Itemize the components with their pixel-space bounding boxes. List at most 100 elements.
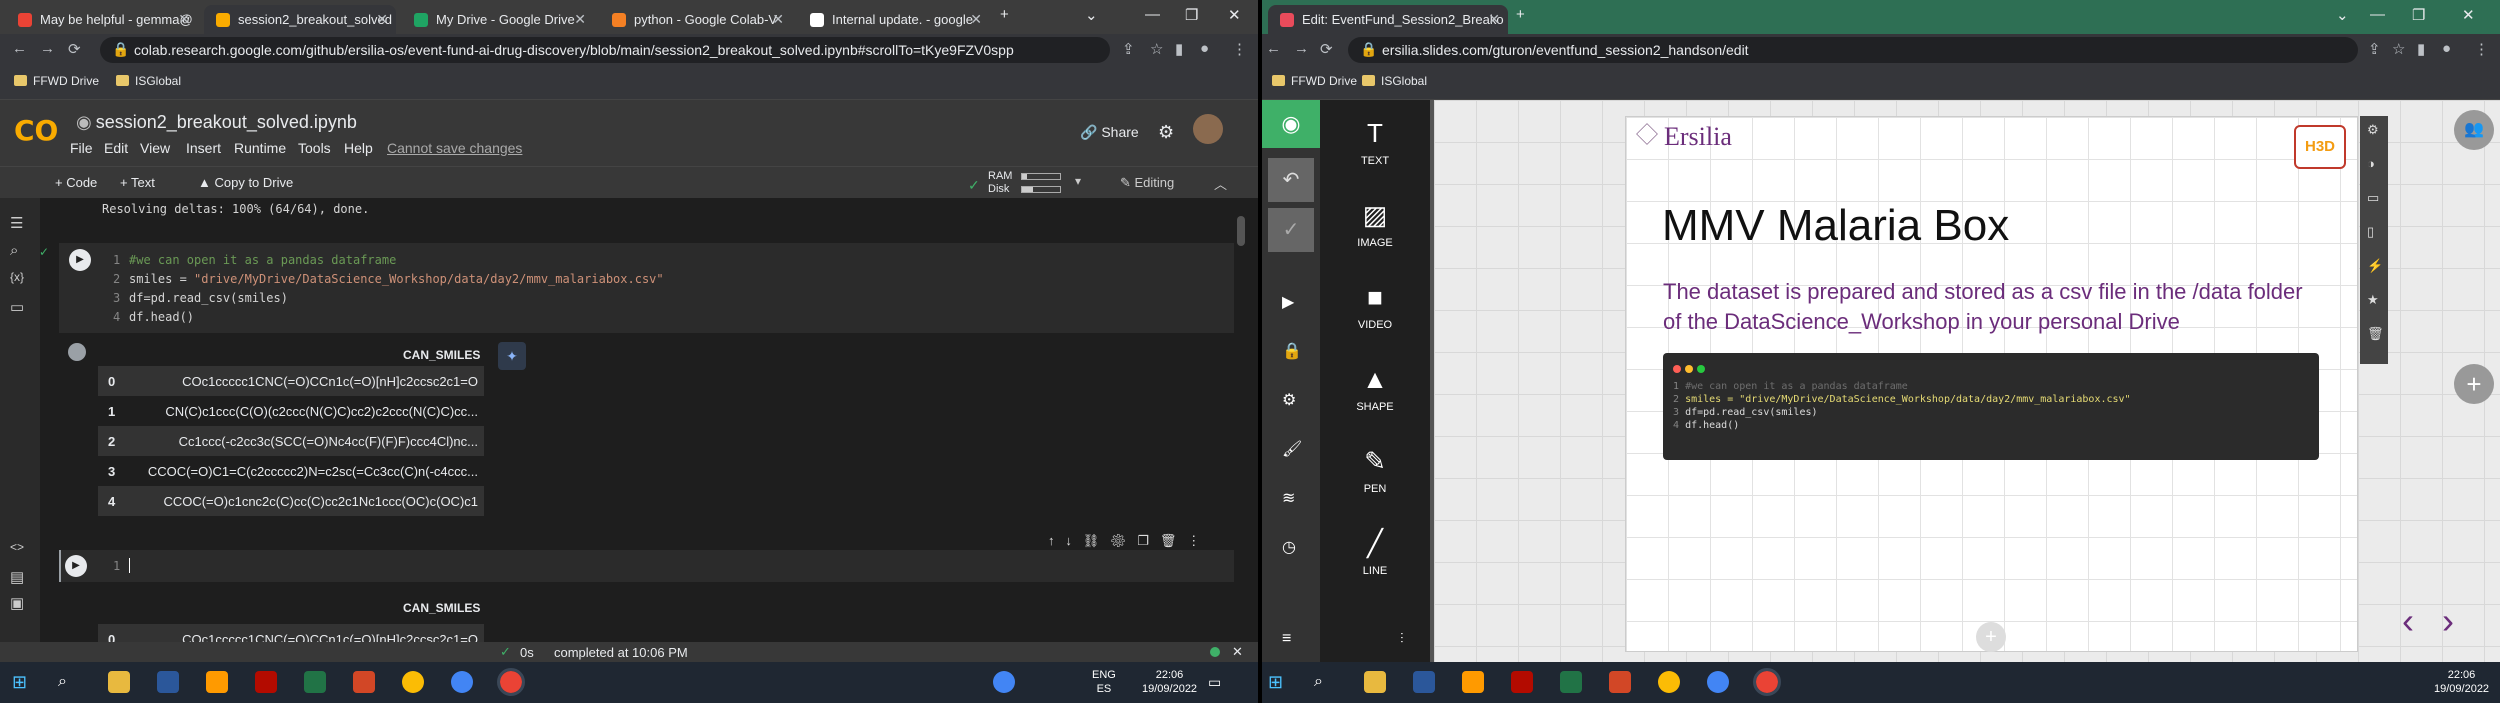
- cell-more-icon[interactable]: ⋮: [1187, 533, 1200, 548]
- excel-icon[interactable]: [1560, 671, 1582, 693]
- bookmark-star-icon[interactable]: ☆: [2392, 40, 2405, 58]
- block-settings-icon[interactable]: ⚙: [2367, 122, 2379, 138]
- kebab-menu-icon[interactable]: ⋮: [1232, 40, 1247, 58]
- notebook-title[interactable]: ◉ session2_breakout_solved.ipynb: [76, 112, 357, 133]
- run-cell-button[interactable]: ▶: [65, 555, 87, 577]
- language-indicator[interactable]: ENG ES: [1092, 668, 1116, 696]
- bookmark-ffwd-drive[interactable]: FFWD Drive: [14, 74, 99, 88]
- menu-file[interactable]: File: [70, 140, 93, 156]
- block-book-icon[interactable]: ▯: [2367, 224, 2374, 240]
- tab-1[interactable]: session2_breakout_solved ✕: [204, 5, 396, 34]
- variables-icon[interactable]: {x}: [10, 270, 24, 284]
- cell-settings-icon[interactable]: ⚙: [1110, 533, 1127, 548]
- chrome-icon[interactable]: [402, 671, 424, 693]
- slide-title[interactable]: MMV Malaria Box: [1662, 201, 2009, 251]
- code-snippets-icon[interactable]: <>: [10, 540, 24, 554]
- present-play-icon[interactable]: ▶: [1282, 292, 1294, 312]
- excel-icon[interactable]: [304, 671, 326, 693]
- editing-mode-button[interactable]: ✎ Editing: [1120, 175, 1174, 191]
- block-star-icon[interactable]: ★: [2367, 292, 2379, 308]
- preview-eye-icon[interactable]: ◉: [1262, 100, 1320, 148]
- menu-tools[interactable]: Tools: [298, 140, 331, 156]
- menu-hamburger-icon[interactable]: ≡: [1282, 630, 1291, 648]
- illustrator-icon[interactable]: [206, 671, 228, 693]
- delete-cell-icon[interactable]: 🗑: [1160, 533, 1177, 548]
- file-explorer-icon[interactable]: [1364, 671, 1386, 693]
- add-slide-right-icon[interactable]: +: [2454, 364, 2494, 404]
- back-icon[interactable]: ←: [1266, 40, 1281, 57]
- tool-pen[interactable]: ✎ PEN: [1320, 446, 1430, 495]
- tool-shape[interactable]: ▲ SHAPE: [1320, 364, 1430, 413]
- url-input[interactable]: 🔒 colab.research.google.com/github/ersil…: [100, 37, 1110, 63]
- chrome-profile-icon[interactable]: [1707, 671, 1729, 693]
- close-window-icon[interactable]: ✕: [1228, 6, 1241, 24]
- layers-icon[interactable]: ≋: [1282, 488, 1295, 508]
- share-button[interactable]: 🔗 Share: [1080, 124, 1139, 141]
- url-input[interactable]: 🔒 ersilia.slides.com/gturon/eventfund_se…: [1348, 37, 2358, 63]
- tab-slides[interactable]: Edit: EventFund_Session2_Breako ✕: [1268, 5, 1508, 34]
- close-tab-icon[interactable]: ✕: [1488, 11, 1500, 28]
- kebab-menu-icon[interactable]: ⋮: [2474, 40, 2489, 58]
- acrobat-icon[interactable]: [1511, 671, 1533, 693]
- bookmark-ffwd-drive[interactable]: FFWD Drive: [1272, 74, 1357, 88]
- block-toggle-icon[interactable]: ◑: [2367, 156, 2375, 171]
- reload-icon[interactable]: ⟳: [68, 40, 81, 58]
- undo-icon[interactable]: ↶: [1268, 158, 1314, 202]
- tool-image[interactable]: ▨ IMAGE: [1320, 200, 1430, 249]
- slide[interactable]: Ersilia H3D MMV Malaria Box The dataset …: [1625, 116, 2358, 652]
- menu-runtime[interactable]: Runtime: [234, 140, 286, 156]
- command-palette-icon[interactable]: ▤: [10, 568, 24, 586]
- terminal-icon[interactable]: ▣: [10, 594, 24, 612]
- block-code-icon[interactable]: ▭: [2367, 190, 2379, 206]
- powerpoint-icon[interactable]: [353, 671, 375, 693]
- sidepanel-icon[interactable]: ▮: [1175, 40, 1183, 58]
- windows-start-icon[interactable]: ⊞: [1268, 671, 1290, 693]
- lock-icon[interactable]: 🔒: [1282, 341, 1302, 361]
- cannot-save-link[interactable]: Cannot save changes: [387, 140, 522, 156]
- status-text[interactable]: completed at 10:06 PM: [554, 645, 688, 660]
- tool-text[interactable]: T TEXT: [1320, 118, 1430, 167]
- colab-logo-icon[interactable]: CO: [14, 114, 58, 147]
- tab-3[interactable]: python - Google Colab-V ✕: [600, 5, 792, 34]
- chrome-active-icon[interactable]: [497, 668, 525, 696]
- menu-help[interactable]: Help: [344, 140, 373, 156]
- scrollbar-thumb[interactable]: [1237, 216, 1245, 246]
- illustrator-icon[interactable]: [1462, 671, 1484, 693]
- block-animate-icon[interactable]: ⚡: [2367, 258, 2383, 274]
- collapse-header-icon[interactable]: ︿: [1214, 174, 1227, 193]
- share-page-icon[interactable]: ⇪: [2368, 40, 2381, 58]
- settings-gear-icon[interactable]: ⚙: [1282, 390, 1296, 410]
- prev-slide-arrow-icon[interactable]: ‹: [2402, 600, 2414, 642]
- close-tab-icon[interactable]: ✕: [574, 11, 586, 28]
- menu-insert[interactable]: Insert: [186, 140, 221, 156]
- help-tray-icon[interactable]: [993, 671, 1015, 693]
- restore-icon[interactable]: ❐: [1185, 6, 1198, 24]
- new-tab-icon[interactable]: +: [1000, 6, 1009, 23]
- bookmark-isglobal[interactable]: ISGlobal: [1362, 74, 1427, 88]
- forward-icon[interactable]: →: [40, 40, 55, 57]
- sidepanel-icon[interactable]: ▮: [2417, 40, 2425, 58]
- tab-4[interactable]: Internal update. - google ✕: [798, 5, 990, 34]
- files-folder-icon[interactable]: ▭: [10, 298, 24, 316]
- back-icon[interactable]: ←: [12, 40, 27, 57]
- h3d-logo[interactable]: H3D: [2294, 125, 2346, 169]
- profile-icon[interactable]: ●: [2442, 40, 2451, 57]
- clock[interactable]: 22:06 19/09/2022: [1142, 668, 1197, 696]
- tool-video[interactable]: ■ VIDEO: [1320, 282, 1430, 331]
- profile-icon[interactable]: ●: [1200, 40, 1209, 57]
- tool-line[interactable]: ╱ LINE: [1320, 528, 1430, 577]
- collaborators-icon[interactable]: 👥: [2454, 110, 2494, 150]
- word-icon[interactable]: [157, 671, 179, 693]
- next-slide-arrow-icon[interactable]: ›: [2442, 600, 2454, 642]
- tab-search-icon[interactable]: ⌄: [1085, 6, 1098, 24]
- mirror-cell-icon[interactable]: ❐: [1137, 533, 1149, 548]
- resource-dropdown-icon[interactable]: ▾: [1075, 174, 1081, 188]
- search-icon[interactable]: ⌕: [10, 242, 18, 259]
- menu-view[interactable]: View: [140, 140, 170, 156]
- search-icon[interactable]: ⌕: [1314, 671, 1336, 693]
- tab-search-icon[interactable]: ⌄: [2336, 6, 2349, 24]
- close-window-icon[interactable]: ✕: [2462, 6, 2475, 24]
- bookmark-star-icon[interactable]: ☆: [1150, 40, 1163, 58]
- close-tab-icon[interactable]: ✕: [772, 11, 784, 28]
- magic-wand-icon[interactable]: ✦: [498, 342, 526, 370]
